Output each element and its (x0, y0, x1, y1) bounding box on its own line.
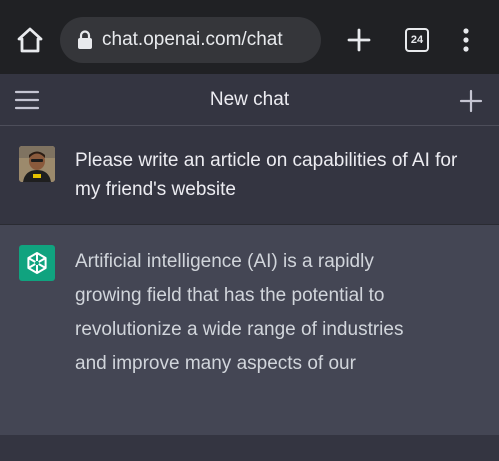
more-vert-icon (463, 28, 469, 52)
assistant-message-text: Artificial intelligence (AI) is a rapidl… (75, 251, 404, 374)
address-bar[interactable]: chat.openai.com/chat (60, 17, 321, 63)
page-title: New chat (209, 89, 290, 110)
home-button[interactable] (14, 24, 46, 56)
chat-header: New chat (0, 74, 499, 126)
openai-logo-icon (27, 252, 47, 274)
browser-menu-button[interactable] (456, 25, 476, 55)
avatar (19, 146, 55, 182)
plus-icon (347, 28, 371, 52)
plus-icon (459, 89, 483, 113)
new-tab-button[interactable] (344, 25, 374, 55)
home-icon (17, 27, 43, 53)
user-message: Please write an article on capabilities … (0, 126, 499, 225)
screen: chat.openai.com/chat 24 New chat Please … (0, 0, 499, 461)
user-message-text: Please write an article on capabilities … (75, 150, 458, 200)
assistant-message: Artificial intelligence (AI) is a rapidl… (0, 225, 499, 435)
url-text: chat.openai.com/chat (102, 29, 283, 50)
tab-count: 24 (410, 34, 424, 46)
lock-icon (78, 30, 92, 49)
chat-footer (0, 435, 499, 461)
new-chat-button[interactable] (458, 88, 484, 114)
assistant-avatar (19, 245, 55, 281)
tab-switcher-button[interactable]: 24 (405, 28, 429, 52)
browser-toolbar: chat.openai.com/chat 24 (0, 0, 499, 74)
user-avatar-icon (19, 146, 55, 182)
